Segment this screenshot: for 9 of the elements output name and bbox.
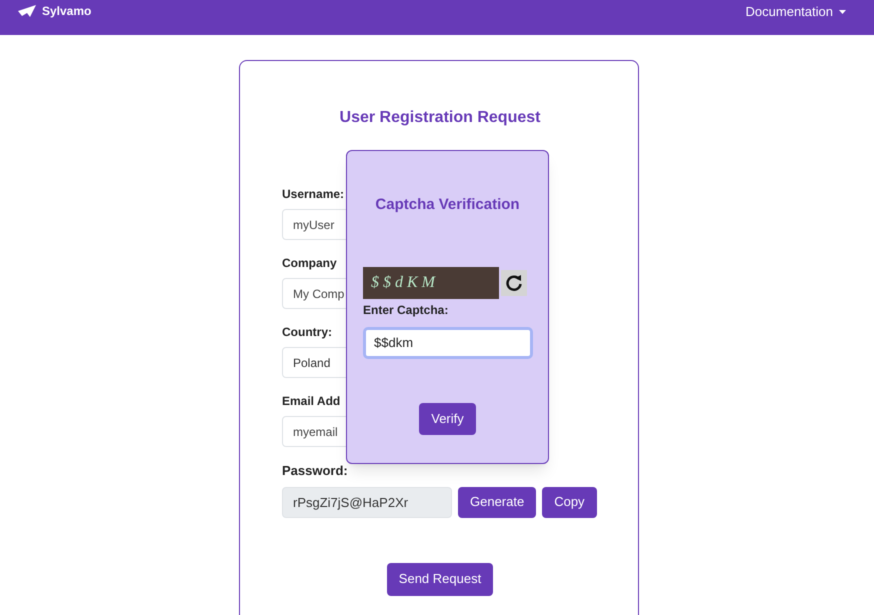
field-label: Enter Captcha: [363, 302, 448, 318]
field-label: Company [282, 255, 337, 272]
field-label: Password: [282, 462, 348, 480]
form-title: User Registration Request [338, 108, 542, 128]
captcha-text: $$dKM [371, 272, 439, 292]
field-label: Email Add [282, 393, 340, 410]
field-label: Username: [282, 186, 344, 203]
dialog-title: Captcha Verification [375, 195, 520, 215]
field-label: Country: [282, 324, 332, 341]
